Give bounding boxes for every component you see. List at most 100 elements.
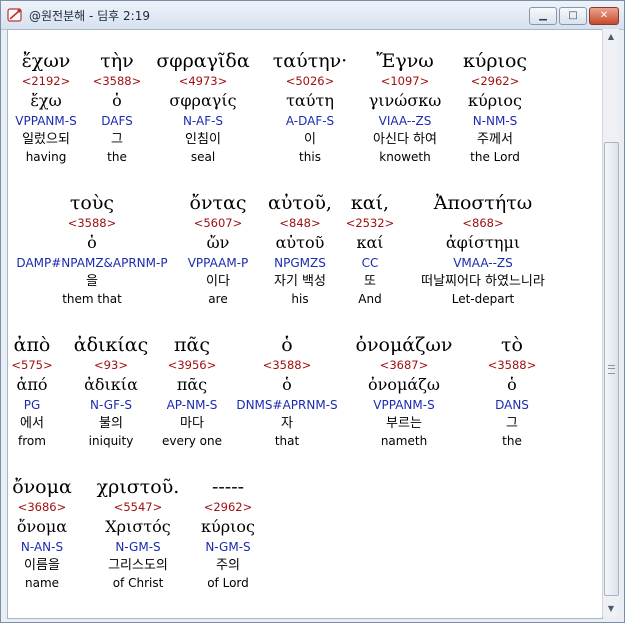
word-card[interactable]: ὄντας <5607> ὤν VPPAAM-P 이다 are [178,192,258,307]
english-gloss: knoweth [379,150,431,164]
strong-number[interactable]: <5547> [90,498,186,516]
parsing-code: DNMS#APRNM-S [236,398,338,412]
lemma: αὐτοῦ [275,233,325,252]
english-gloss: the [107,150,127,164]
greek-word: Ἔγνω [376,50,434,72]
lemma: ἀδικία [84,375,138,394]
title-bar[interactable]: @원전분해 - 딤후 2:19 ▁ □ ✕ [1,1,624,30]
strong-number[interactable]: <2532> [342,214,398,232]
english-gloss: iniquity [88,434,134,448]
parsing-code: VPPANM-S [15,114,77,128]
scroll-up-arrow-icon[interactable]: ▲ [603,29,619,45]
strong-number[interactable]: <3588> [482,356,542,374]
english-gloss: the Lord [470,150,520,164]
strong-number[interactable]: <2962> [456,72,534,90]
greek-word: Ἀποστήτω [433,192,533,214]
english-gloss: And [358,292,382,306]
strong-number[interactable]: <2962> [194,498,262,516]
word-card[interactable]: καί, <2532> καί CC 또 And [342,192,398,307]
parsing-code: N-AF-S [182,114,224,128]
greek-word: κύριος [462,50,528,72]
strong-number[interactable]: <3687> [350,356,458,374]
strong-number[interactable]: <3956> [158,356,226,374]
parsing-code: VPPAAM-P [187,256,249,270]
korean-gloss: 에서 [20,416,44,431]
parsing-code: PG [23,398,41,412]
greek-word: τοὺς [69,192,115,214]
strong-number[interactable]: <1097> [359,72,451,90]
analysis-content: ἔχων <2192> ἔχω VPPANM-S 일렀으되 having τὴν… [7,29,603,619]
word-card[interactable]: κύριος <2962> κύριος N-NM-S 주께서 the Lord [456,50,534,165]
korean-gloss: 아신다 하여 [373,132,437,147]
lemma: ὁ [87,233,97,252]
korean-gloss: 떠날찌어다 하였느니라 [421,274,545,289]
vertical-scrollbar[interactable]: ▲ ▼ [602,29,619,617]
lemma: ὁ [112,91,122,110]
greek-word: ὄντας [189,192,247,214]
maximize-button[interactable]: □ [559,7,587,25]
greek-word: ἔχων [21,50,71,72]
scrollbar-thumb[interactable] [604,142,619,596]
strong-number[interactable]: <575> [8,356,56,374]
greek-word: ὄνομα [12,476,72,498]
parsing-code: N-GM-S [205,540,251,554]
strong-number[interactable]: <2192> [8,72,84,90]
strong-number[interactable]: <3588> [234,356,340,374]
app-window: @원전분해 - 딤후 2:19 ▁ □ ✕ ἔχων <2192> ἔχω VP… [0,0,625,623]
greek-word: ἀδικίας [73,334,149,356]
strong-number[interactable]: <93> [66,356,156,374]
strong-number[interactable]: <3686> [8,498,76,516]
word-card[interactable]: Ἀποστήτω <868> ἀφίστημι VMAA--ZS 떠날찌어다 하… [402,192,564,307]
minimize-button[interactable]: ▁ [529,7,557,25]
word-card[interactable]: ὀνομάζων <3687> ὀνομάζω VPPANM-S 부르는 nam… [350,334,458,449]
word-card[interactable]: ἔχων <2192> ἔχω VPPANM-S 일렀으되 having [8,50,84,165]
word-card[interactable]: χριστοῦ. <5547> Χριστός N-GM-S 그리스도의 of … [90,476,186,591]
word-card[interactable]: σφραγῖδα <4973> σφραγίς N-AF-S 인침이 seal [152,50,254,165]
korean-gloss: 일렀으되 [22,132,70,147]
word-card[interactable]: ἀπὸ <575> ἀπό PG 에서 from [8,334,56,449]
lemma: ταύτη [286,91,334,110]
strong-number[interactable]: <5026> [265,72,355,90]
close-button[interactable]: ✕ [589,7,619,25]
english-gloss: from [18,434,46,448]
korean-gloss: 이름을 [24,558,60,573]
reference-box [8,30,66,46]
parsing-code: CC [361,256,379,270]
korean-gloss: 또 [364,274,376,289]
parsing-code: DAFS [101,114,133,128]
greek-word: ταύτην· [272,50,348,72]
strong-number[interactable]: <3588> [8,214,176,232]
korean-gloss: 자 [281,416,293,431]
word-card[interactable]: ----- <2962> κύριος N-GM-S 주의 of Lord [194,476,262,591]
word-card[interactable]: τὸ <3588> ὁ DANS 그 the [482,334,542,449]
strong-number[interactable]: <4973> [152,72,254,90]
english-gloss: them that [62,292,122,306]
korean-gloss: 불의 [99,416,123,431]
word-card[interactable]: τὴν <3588> ὁ DAFS 그 the [87,50,147,165]
word-card[interactable]: πᾶς <3956> πᾶς AP-NM-S 마다 every one [158,334,226,449]
lemma: καί [356,233,384,252]
english-gloss: of Christ [112,576,164,590]
scroll-down-arrow-icon[interactable]: ▼ [603,601,619,617]
parsing-code: VMAA--ZS [453,256,513,270]
parsing-code: DAMP#NPAMZ&APRNM-P [16,256,168,270]
english-gloss: seal [190,150,216,164]
lemma: ὁ [282,375,292,394]
parsing-code: N-NM-S [472,114,518,128]
parsing-code: N-AN-S [20,540,64,554]
english-gloss: of Lord [207,576,249,590]
lemma: ὁ [507,375,517,394]
word-card[interactable]: ἀδικίας <93> ἀδικία N-GF-S 불의 iniquity [66,334,156,449]
word-card[interactable]: τοὺς <3588> ὁ DAMP#NPAMZ&APRNM-P 을 them … [8,192,176,307]
strong-number[interactable]: <5607> [178,214,258,232]
word-card[interactable]: Ἔγνω <1097> γινώσκω VIAA--ZS 아신다 하여 know… [359,50,451,165]
strong-number[interactable]: <868> [402,214,564,232]
word-card[interactable]: αὐτοῦ, <848> αὐτοῦ NPGMZS 자기 백성 his [260,192,340,307]
word-card[interactable]: ταύτην· <5026> ταύτη A-DAF-S 이 this [265,50,355,165]
strong-number[interactable]: <848> [260,214,340,232]
korean-gloss: 마다 [180,416,204,431]
strong-number[interactable]: <3588> [87,72,147,90]
word-card[interactable]: ὁ <3588> ὁ DNMS#APRNM-S 자 that [234,334,340,449]
lemma: Χριστός [105,517,171,536]
word-card[interactable]: ὄνομα <3686> ὄνομα N-AN-S 이름을 name [8,476,76,591]
